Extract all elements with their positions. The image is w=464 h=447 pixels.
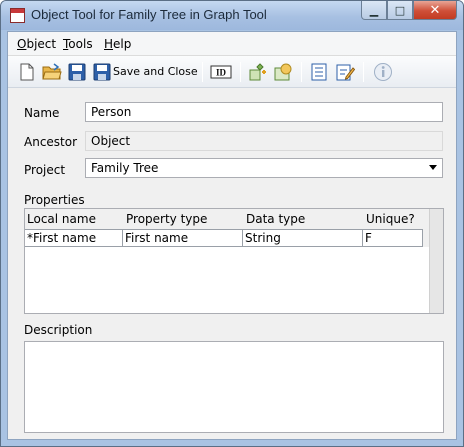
toolbar: Save and Close ID	[8, 56, 456, 88]
client-area: Object Tools Help Save and Close ID Name…	[7, 31, 457, 440]
cell-data-type[interactable]: String	[243, 230, 363, 246]
project-label: Project	[24, 163, 66, 177]
chevron-down-icon[interactable]	[429, 165, 437, 170]
toolbar-separator	[363, 62, 364, 82]
title-bar[interactable]: Object Tool for Family Tree in Graph Too…	[1, 1, 463, 30]
table-row[interactable]: *First name First name String F	[25, 229, 423, 247]
name-label: Name	[24, 106, 60, 120]
properties-grid[interactable]: Local name Property type Data type Uniqu…	[24, 208, 444, 314]
menu-tools[interactable]: Tools	[63, 37, 93, 51]
app-window: Object Tool for Family Tree in Graph Too…	[0, 0, 464, 447]
cell-property-type[interactable]: First name	[123, 230, 243, 246]
svg-text:ID: ID	[216, 68, 227, 78]
grid-header: Local name Property type Data type Uniqu…	[25, 209, 443, 228]
grid-empty-area[interactable]	[25, 247, 429, 313]
column-header-data-type[interactable]: Data type	[246, 212, 305, 226]
id-icon[interactable]: ID	[210, 62, 232, 82]
toolbar-separator	[202, 62, 203, 82]
column-header-local-name[interactable]: Local name	[27, 212, 96, 226]
grid-scrollbar[interactable]	[429, 209, 443, 313]
description-label: Description	[24, 323, 93, 337]
open-folder-icon[interactable]	[42, 62, 62, 82]
project-select-value: Family Tree	[91, 161, 159, 175]
column-header-unique[interactable]: Unique?	[366, 212, 415, 226]
minimize-icon: ▁	[369, 3, 379, 17]
cell-local-name[interactable]: *First name	[25, 230, 123, 246]
save-and-close-button[interactable]: Save and Close	[113, 65, 198, 78]
close-button[interactable]: ✕	[413, 1, 457, 20]
name-field[interactable]: Person	[85, 102, 443, 122]
edit-notes-icon[interactable]	[335, 62, 355, 82]
ancestor-field: Object	[85, 131, 443, 151]
column-header-property-type[interactable]: Property type	[126, 212, 207, 226]
cell-unique[interactable]: F	[363, 230, 423, 246]
maximize-icon: □	[394, 3, 406, 17]
menu-help[interactable]: Help	[104, 37, 131, 51]
new-document-icon[interactable]	[17, 62, 37, 82]
maximize-button[interactable]: □	[387, 1, 413, 20]
caption-buttons: ▁ □ ✕	[361, 1, 457, 21]
menu-object[interactable]: Object	[17, 37, 56, 51]
save-icon[interactable]	[67, 62, 87, 82]
app-icon[interactable]	[10, 8, 25, 23]
graph-edit-icon[interactable]	[273, 62, 293, 82]
properties-label: Properties	[24, 193, 85, 207]
list-icon[interactable]	[309, 62, 329, 82]
info-icon[interactable]	[373, 62, 393, 82]
toolbar-separator	[301, 62, 302, 82]
description-textarea[interactable]	[24, 341, 444, 433]
graph-add-icon[interactable]	[248, 62, 268, 82]
project-select[interactable]: Family Tree	[85, 158, 443, 178]
minimize-button[interactable]: ▁	[361, 1, 387, 20]
toolbar-separator	[240, 62, 241, 82]
ancestor-label: Ancestor	[24, 135, 78, 149]
save-and-close-icon[interactable]	[92, 62, 112, 82]
window-title: Object Tool for Family Tree in Graph Too…	[31, 7, 267, 22]
menu-bar: Object Tools Help	[8, 32, 456, 56]
close-icon: ✕	[429, 2, 441, 18]
